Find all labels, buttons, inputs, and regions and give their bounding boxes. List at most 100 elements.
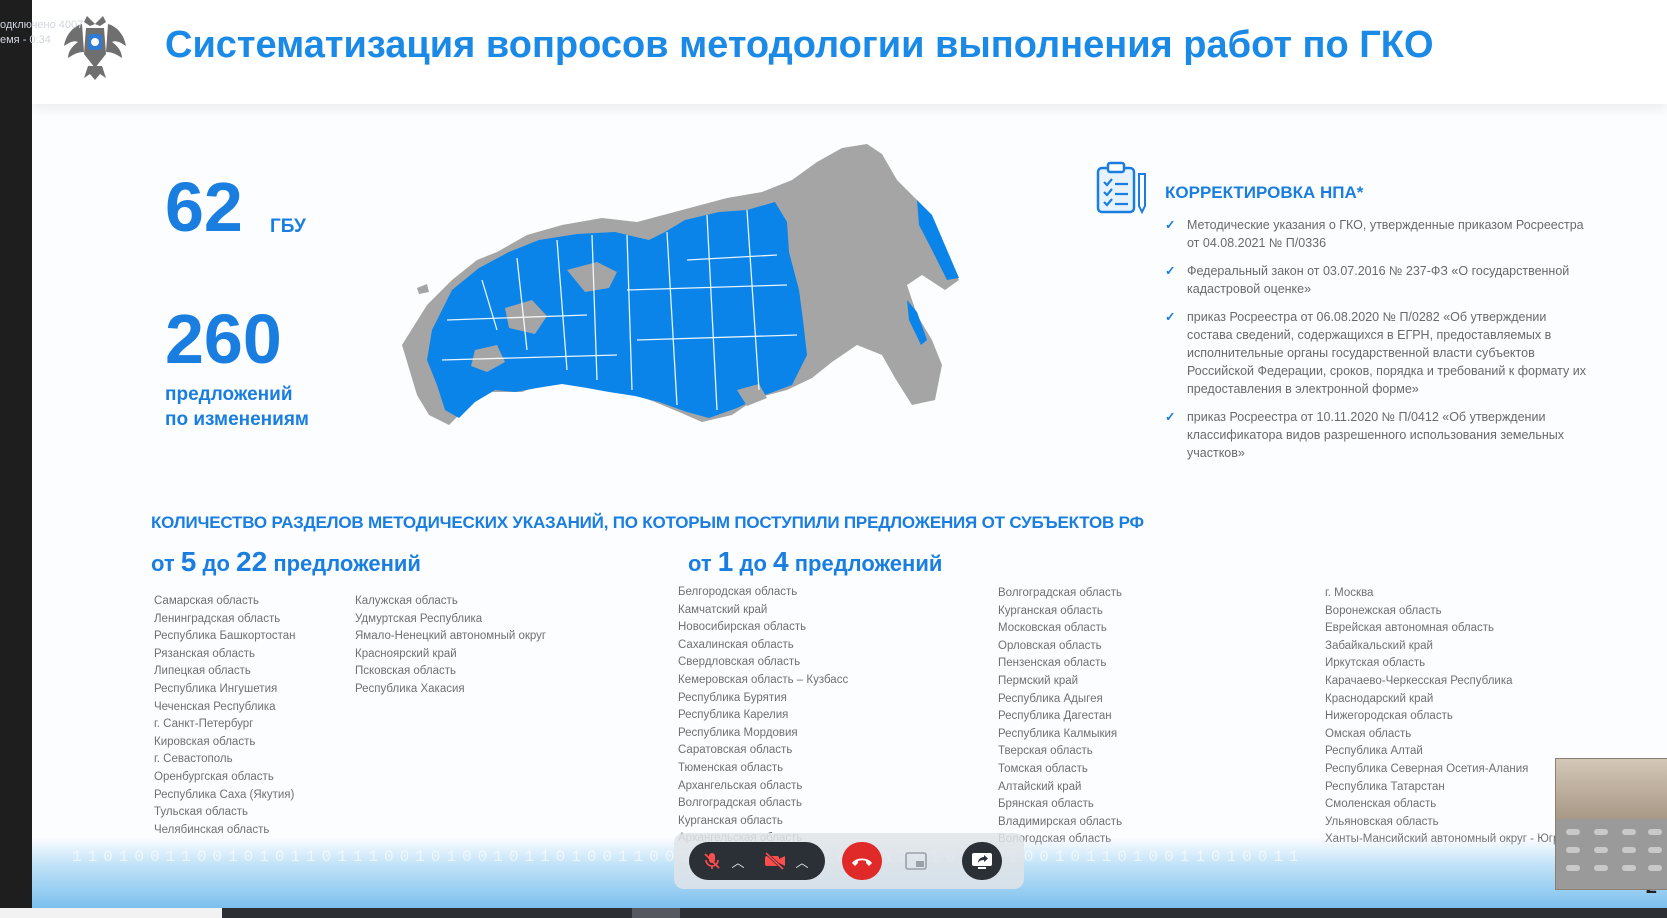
toggle-camera-button[interactable] [759, 846, 791, 876]
range-to: 22 [236, 546, 268, 577]
region-item: Томская область [998, 762, 1088, 775]
bottom-taskbar-segment [0, 908, 222, 918]
connection-status-line: одключено 4007 [0, 19, 84, 31]
video-room-background [1556, 759, 1667, 819]
range-suffix: предложений [794, 551, 943, 576]
region-item: Республика Татарстан [1325, 780, 1445, 793]
left-panel-strip [0, 0, 32, 918]
range-from-word: от [151, 551, 175, 576]
npa-list: ✓ Методические указания о ГКО, утвержденн… [1165, 216, 1595, 472]
region-item: Белгородская область [678, 586, 798, 598]
russia-regions-map [402, 144, 959, 425]
region-item: Орловская область [998, 639, 1102, 652]
region-item: Республика Адыгея [998, 692, 1103, 705]
region-item: Иркутская область [1325, 657, 1426, 670]
region-item: Камчатский край [678, 603, 768, 616]
npa-title: КОРРЕКТИРОВКА НПА* [1165, 183, 1364, 202]
region-item: Воронежская область [1325, 604, 1442, 617]
bottom-taskbar [0, 908, 1667, 918]
shared-screen-slide: Систематизация вопросов методологии выпо… [32, 0, 1667, 908]
region-item: Республика Алтай [1325, 745, 1423, 758]
npa-item-text: приказ Росреестра от 10.11.2020 № П/0412… [1187, 410, 1564, 460]
region-item: Саратовская область [678, 744, 793, 757]
npa-item-text: Федеральный закон от 03.07.2016 № 237-ФЗ… [1187, 264, 1570, 296]
region-item: Республика Бурятия [678, 691, 787, 704]
region-item: Брянская область [998, 798, 1094, 811]
npa-item-text: Методические указания о ГКО, утвержденны… [1187, 218, 1584, 250]
region-item: Кировская область [154, 735, 256, 748]
map-blue-regions [427, 202, 807, 418]
region-list-low-col1: Белгородская область Камчатский край Новос… [678, 584, 848, 848]
range-to-word: до [739, 551, 767, 576]
region-item: г. Санкт-Петербург [154, 718, 254, 731]
picture-in-picture-button[interactable] [900, 845, 932, 877]
npa-item: ✓ приказ Росреестра от 06.08.2020 № П/028… [1165, 308, 1595, 398]
call-control-toolbar: ︿ ︿ [674, 833, 1024, 889]
video-seats-area [1556, 819, 1667, 889]
region-item: Смоленская область [1325, 798, 1437, 811]
region-item: Московская область [998, 622, 1107, 635]
region-item: Алтайский край [998, 780, 1082, 793]
bottom-taskbar-active-segment [632, 908, 680, 918]
clipboard-checklist-icon [1096, 161, 1146, 215]
mute-microphone-button[interactable] [697, 846, 727, 876]
slide-header: Систематизация вопросов методологии выпо… [32, 0, 1667, 104]
region-item: Омская область [1325, 727, 1412, 740]
region-item: Красноярский край [355, 647, 457, 660]
range-from: 1 [717, 546, 734, 577]
region-item: Удмуртская Республика [355, 612, 483, 625]
region-item: Липецкая область [154, 665, 251, 678]
region-item: Республика Башкортостан [154, 630, 296, 643]
region-item: Челябинская область [154, 823, 270, 836]
range-from: 5 [180, 546, 197, 577]
media-controls-group: ︿ ︿ [689, 842, 825, 880]
region-item: Архангельская область [678, 779, 803, 792]
region-item: Калужская область [355, 595, 458, 607]
screen-share-icon [972, 853, 992, 869]
camera-options-chevron-icon[interactable]: ︿ [791, 846, 813, 876]
hang-up-button[interactable] [842, 842, 882, 880]
npa-item-text: приказ Росреестра от 06.08.2020 № П/0282… [1187, 310, 1587, 396]
proposals-label: предложений по изменениям [165, 384, 309, 430]
camera-off-icon [764, 852, 785, 870]
npa-item: ✓ Методические указания о ГКО, утвержденн… [1165, 216, 1595, 252]
range-to-word: до [202, 551, 230, 576]
region-item: Ульяновская область [1325, 815, 1439, 828]
region-item: Республика Калмыкия [998, 727, 1118, 740]
participant-video-thumbnail[interactable] [1555, 758, 1667, 890]
phone-hangup-icon [852, 858, 872, 866]
region-item: Республика Дагестан [998, 710, 1112, 723]
region-list-high-col2: Калужская область Удмуртская Республика Ям… [355, 593, 546, 699]
region-item: Ямало-Ненецкий автономный округ [355, 630, 547, 643]
region-item: Республика Хакасия [355, 682, 465, 695]
range-high-heading: от 5 до 22 предложений [151, 546, 421, 578]
region-item: Псковская область [355, 665, 456, 678]
mic-options-chevron-icon[interactable]: ︿ [727, 846, 749, 876]
region-item: Краснодарский край [1325, 692, 1434, 705]
picture-in-picture-icon [905, 852, 927, 870]
npa-item: ✓ приказ Росреестра от 10.11.2020 № П/041… [1165, 408, 1595, 462]
region-item: Республика Саха (Якутия) [154, 788, 295, 801]
screen-share-button[interactable] [962, 842, 1002, 880]
region-item: Республика Мордовия [678, 726, 798, 739]
check-icon: ✓ [1165, 410, 1176, 424]
range-low-heading: от 1 до 4 предложений [688, 546, 942, 578]
sections-title: КОЛИЧЕСТВО РАЗДЕЛОВ МЕТОДИЧЕСКИХ УКАЗАНИ… [151, 513, 1144, 532]
region-item: Ленинградская область [154, 612, 281, 625]
region-item: Курганская область [678, 814, 783, 827]
region-item: Волгоградская область [998, 587, 1122, 599]
region-item: Тульская область [154, 806, 249, 819]
range-suffix: предложений [273, 551, 421, 576]
region-item: Тюменская область [678, 761, 784, 774]
region-item: Волгоградская область [678, 797, 802, 810]
check-icon: ✓ [1165, 310, 1176, 324]
region-item: Чеченская Республика [154, 700, 276, 713]
region-list-high-col1: Самарская область Ленинградская область Ре… [154, 593, 296, 839]
region-list-low-col3: г. Москва Воронежская область Еврейская ав… [1325, 585, 1566, 849]
region-item: Самарская область [154, 595, 259, 607]
region-item: Тверская область [998, 745, 1093, 758]
proposals-count: 260 [165, 300, 282, 378]
region-item: Курганская область [998, 604, 1103, 617]
region-item: Свердловская область [678, 656, 801, 669]
region-item: Пензенская область [998, 657, 1107, 670]
